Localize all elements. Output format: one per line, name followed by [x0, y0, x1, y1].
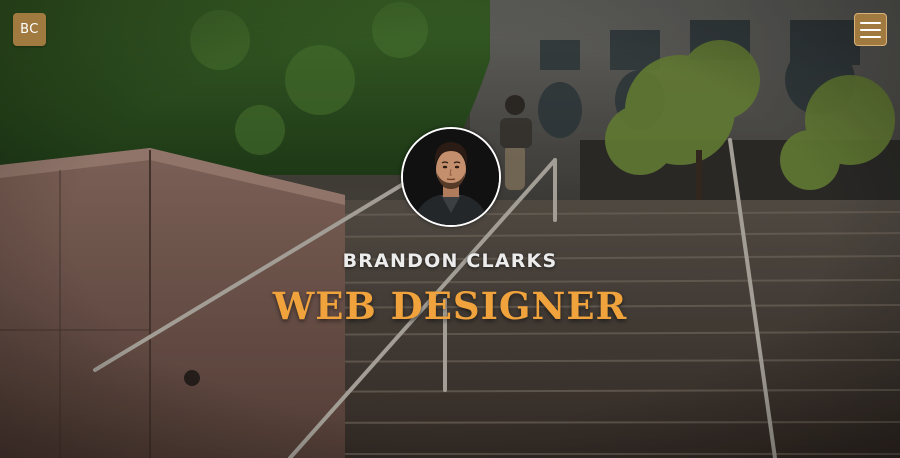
hamburger-icon-line-1	[860, 21, 881, 24]
menu-button[interactable]	[854, 13, 887, 46]
avatar	[401, 127, 501, 227]
hamburger-icon-line-3	[860, 35, 881, 38]
hamburger-icon-line-2	[860, 28, 881, 31]
hero-title: WEB DESIGNER	[272, 284, 628, 328]
stairs-background-image	[0, 0, 900, 458]
hero-background	[0, 0, 900, 458]
hero-name: BRANDON CLARKS	[342, 250, 558, 272]
logo-badge[interactable]: BC	[13, 13, 46, 46]
profile-photo	[403, 129, 499, 225]
logo-text: BC	[20, 22, 39, 37]
